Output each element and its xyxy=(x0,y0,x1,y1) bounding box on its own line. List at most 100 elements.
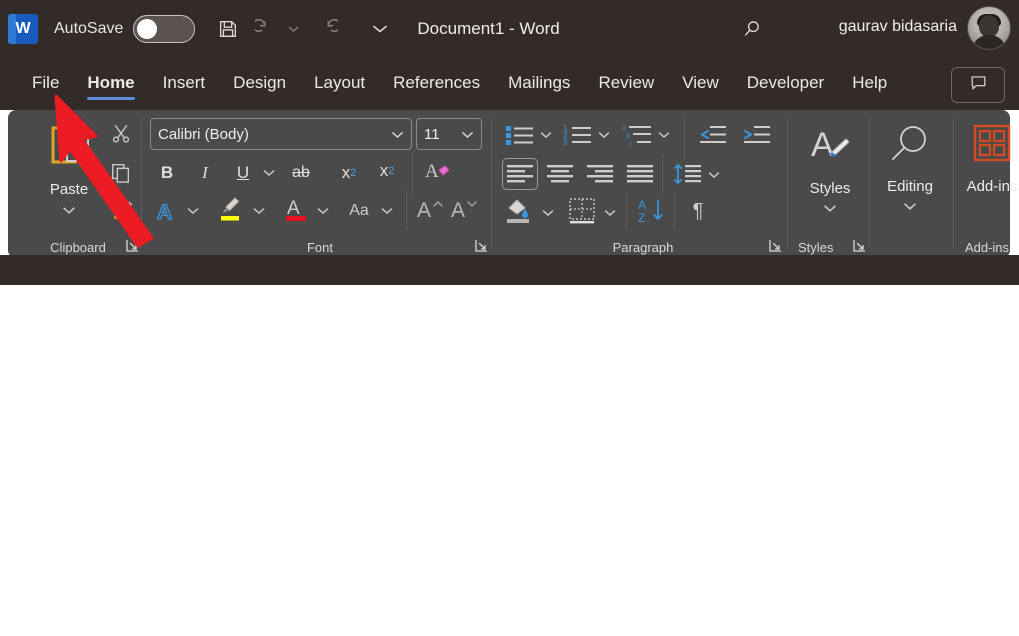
ribbon-group-editing: Editing xyxy=(874,110,954,258)
tab-developer[interactable]: Developer xyxy=(733,58,839,108)
line-spacing-icon[interactable] xyxy=(670,158,706,190)
ribbon-tab-bar: File Home Insert Design Layout Reference… xyxy=(0,58,1019,110)
document-canvas[interactable] xyxy=(0,285,1019,636)
search-icon[interactable] xyxy=(733,12,771,46)
document-title: Document1 - Word xyxy=(417,19,560,38)
numbering-chevron-down-icon[interactable] xyxy=(596,120,612,150)
font-size-combobox[interactable]: 11 xyxy=(416,118,482,150)
word-application-window: W AutoSave Document1 - Word gaurav bidas… xyxy=(0,0,1019,636)
styles-dropdown-chevron-icon[interactable] xyxy=(823,200,837,218)
add-ins-button[interactable]: Add-ins xyxy=(956,122,1019,226)
styles-dialog-launcher[interactable] xyxy=(853,239,866,252)
font-size-chevron-down-icon[interactable] xyxy=(461,126,474,143)
undo-dropdown-chevron-icon[interactable] xyxy=(285,11,301,47)
numbered-list-icon[interactable]: 1 2 3 xyxy=(560,120,596,150)
bullets-chevron-down-icon[interactable] xyxy=(538,120,554,150)
scissors-cut-icon[interactable] xyxy=(106,120,136,148)
multilevel-list-icon[interactable]: 1 a i xyxy=(620,120,656,150)
paste-dropdown-chevron-icon[interactable] xyxy=(62,202,76,220)
shading-chevron-down-icon[interactable] xyxy=(540,198,556,228)
autosave-toggle-knob xyxy=(137,19,158,39)
editing-dropdown-chevron-icon[interactable] xyxy=(903,198,917,216)
ribbon-home-panel: Paste Clipboard Calibri (Body) 11 B I U … xyxy=(8,110,1017,258)
text-effects-chevron-down-icon[interactable] xyxy=(184,196,202,226)
tab-file[interactable]: File xyxy=(18,58,73,108)
redo-icon[interactable] xyxy=(307,11,345,47)
justify-icon[interactable] xyxy=(622,158,658,190)
svg-text:A: A xyxy=(157,201,172,224)
comments-button[interactable] xyxy=(951,67,1005,103)
paste-button[interactable]: Paste xyxy=(32,118,106,230)
borders-chevron-down-icon[interactable] xyxy=(602,198,618,228)
copy-icon[interactable] xyxy=(106,158,136,186)
decrease-indent-icon[interactable] xyxy=(694,120,730,150)
align-left-icon[interactable] xyxy=(502,158,538,190)
superscript-base: x xyxy=(379,161,389,180)
tab-home[interactable]: Home xyxy=(73,58,148,108)
font-dialog-launcher[interactable] xyxy=(475,239,488,252)
tab-mailings[interactable]: Mailings xyxy=(494,58,584,108)
save-icon[interactable] xyxy=(209,11,247,47)
align-right-icon[interactable] xyxy=(582,158,618,190)
tab-design[interactable]: Design xyxy=(219,58,300,108)
tab-layout[interactable]: Layout xyxy=(300,58,379,108)
text-highlight-color-icon[interactable] xyxy=(214,194,248,224)
styles-button[interactable]: A Styles xyxy=(794,122,866,226)
group-separator xyxy=(869,118,870,248)
group-label-paragraph: Paragraph xyxy=(612,240,674,255)
clear-formatting-icon[interactable]: A xyxy=(420,156,454,186)
user-name-label[interactable]: gaurav bidasaria xyxy=(839,18,957,36)
highlight-chevron-down-icon[interactable] xyxy=(250,196,268,226)
user-avatar[interactable] xyxy=(967,6,1011,50)
shading-fill-icon[interactable] xyxy=(502,196,538,226)
line-spacing-chevron-down-icon[interactable] xyxy=(706,160,722,190)
bold-button[interactable]: B xyxy=(152,158,182,188)
subscript-button[interactable]: x2 xyxy=(334,158,364,188)
editing-button[interactable]: Editing xyxy=(874,122,946,226)
tab-view[interactable]: View xyxy=(668,58,733,108)
font-name-combobox[interactable]: Calibri (Body) xyxy=(150,118,412,150)
font-color-chevron-down-icon[interactable] xyxy=(314,196,332,226)
title-bar: W AutoSave Document1 - Word gaurav bidas… xyxy=(0,0,1019,58)
customize-quick-access-toolbar-chevron-icon[interactable] xyxy=(361,11,399,47)
sort-az-icon[interactable]: A Z xyxy=(634,196,670,226)
font-color-icon[interactable]: A xyxy=(280,194,312,224)
tab-review[interactable]: Review xyxy=(584,58,668,108)
format-painter-brush-icon[interactable] xyxy=(106,196,136,224)
autosave-toggle[interactable] xyxy=(133,15,196,43)
svg-text:3: 3 xyxy=(563,138,568,147)
undo-icon[interactable] xyxy=(247,11,285,47)
group-separator xyxy=(953,118,954,248)
clipboard-dialog-launcher[interactable] xyxy=(126,239,139,252)
find-magnifier-icon xyxy=(887,122,933,173)
styles-label: Styles xyxy=(809,180,851,197)
font-name-chevron-down-icon[interactable] xyxy=(391,126,404,143)
text-effects-icon[interactable]: A xyxy=(152,196,182,226)
paragraph-row3-separator-2 xyxy=(674,192,675,230)
show-formatting-marks-button[interactable]: ¶ xyxy=(682,196,714,226)
group-label-addins: Add-ins xyxy=(964,240,1010,255)
bullet-list-icon[interactable] xyxy=(502,120,538,150)
change-case-button[interactable]: Aa xyxy=(342,196,376,226)
editing-label: Editing xyxy=(887,178,933,195)
tab-insert[interactable]: Insert xyxy=(149,58,220,108)
strikethrough-button[interactable]: ab xyxy=(286,158,316,188)
font-size-value: 11 xyxy=(424,125,440,143)
svg-text:1: 1 xyxy=(622,125,626,132)
shrink-font-icon[interactable]: A xyxy=(448,194,480,224)
multilevel-chevron-down-icon[interactable] xyxy=(656,120,672,150)
underline-chevron-down-icon[interactable] xyxy=(260,158,278,188)
italic-button[interactable]: I xyxy=(190,158,220,188)
borders-icon[interactable] xyxy=(564,196,600,226)
paragraph-dialog-launcher[interactable] xyxy=(769,239,782,252)
change-case-chevron-down-icon[interactable] xyxy=(378,196,396,226)
ribbon-bottom-strip xyxy=(0,255,1019,285)
superscript-button[interactable]: x2 xyxy=(372,156,402,186)
align-center-icon[interactable] xyxy=(542,158,578,190)
grow-font-icon[interactable]: A xyxy=(414,194,446,224)
ribbon-group-styles: A Styles Styles xyxy=(794,110,870,258)
underline-button[interactable]: U xyxy=(228,158,258,188)
tab-references[interactable]: References xyxy=(379,58,494,108)
tab-help[interactable]: Help xyxy=(838,58,901,108)
increase-indent-icon[interactable] xyxy=(738,120,774,150)
